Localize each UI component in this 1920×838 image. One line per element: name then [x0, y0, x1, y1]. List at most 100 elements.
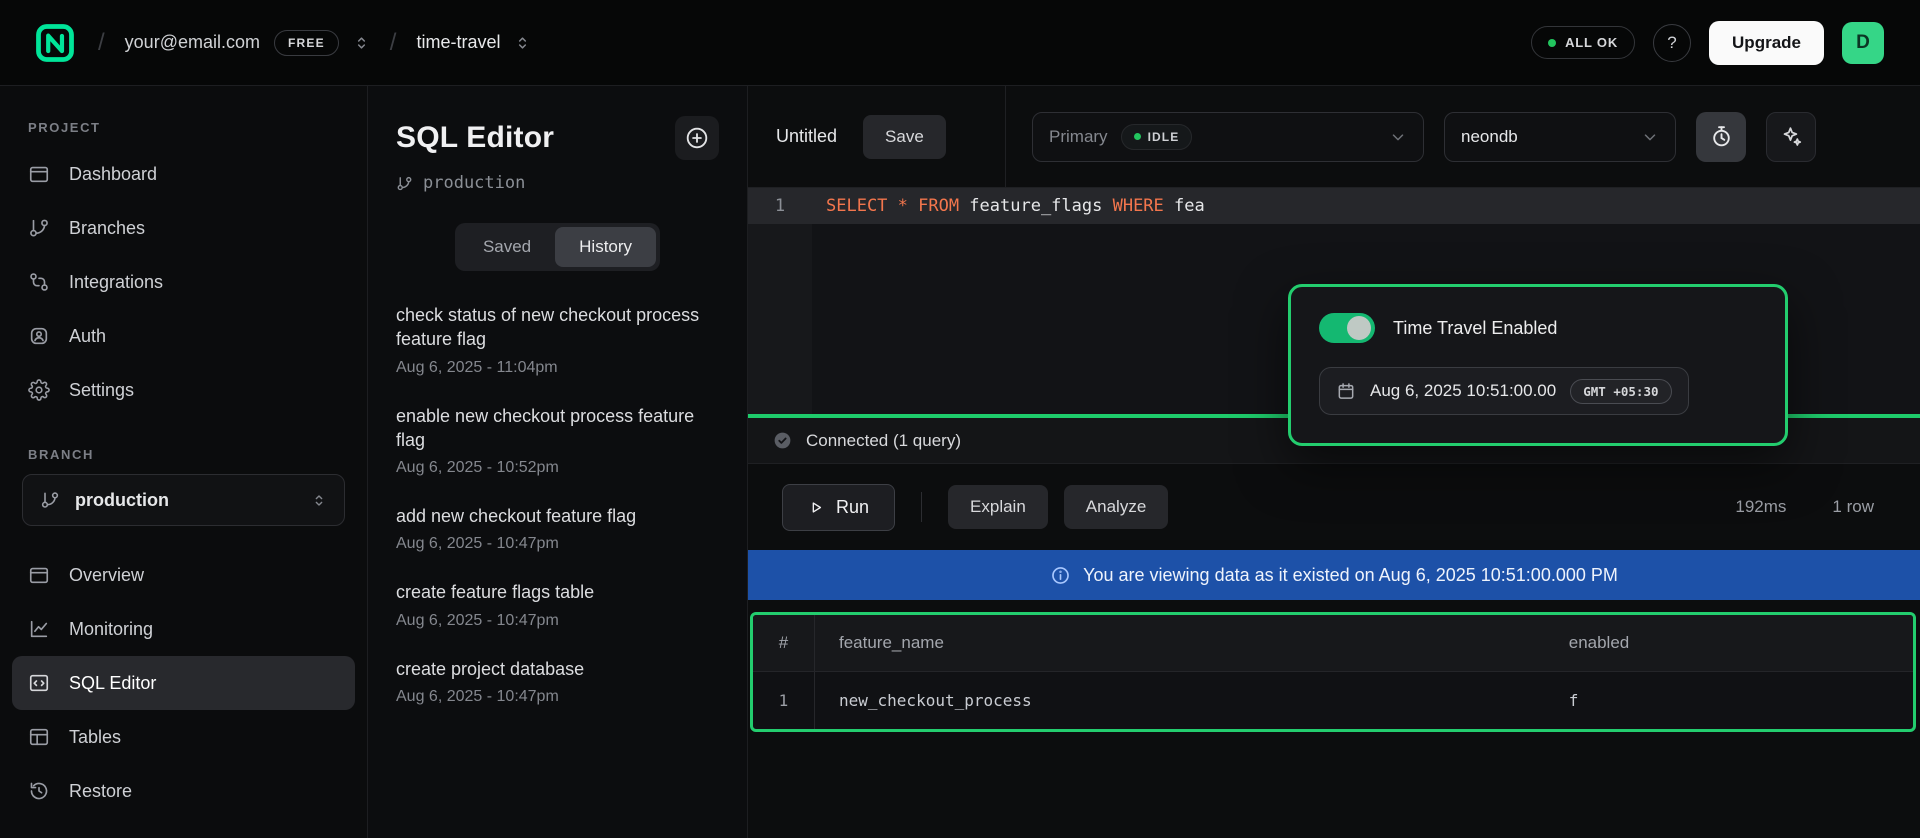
- sql-token-identifier: fea: [1174, 196, 1205, 216]
- toggle-knob: [1347, 316, 1371, 340]
- query-row-count: 1 row: [1832, 497, 1874, 517]
- run-button[interactable]: Run: [782, 484, 895, 531]
- time-travel-banner: You are viewing data as it existed on Au…: [748, 550, 1920, 600]
- ai-assist-button[interactable]: [1766, 112, 1816, 162]
- history-item[interactable]: create feature flags table Aug 6, 2025 -…: [396, 580, 719, 629]
- branch-icon: [396, 175, 413, 192]
- history-item[interactable]: check status of new checkout process fea…: [396, 303, 719, 377]
- plan-badge: FREE: [274, 30, 339, 56]
- sidebar: PROJECT Dashboard Branches Integrations: [0, 86, 368, 838]
- auth-icon: [28, 325, 50, 347]
- time-travel-datetime-picker[interactable]: Aug 6, 2025 10:51:00.00 GMT +05:30: [1319, 367, 1689, 415]
- sql-token-identifier: feature_flags: [969, 196, 1112, 216]
- breadcrumb-project[interactable]: time-travel: [416, 32, 500, 53]
- col-header-index: #: [753, 615, 815, 671]
- user-avatar[interactable]: D: [1842, 22, 1884, 64]
- neon-logo[interactable]: [32, 20, 78, 66]
- history-item-time: Aug 6, 2025 - 10:52pm: [396, 459, 719, 477]
- time-travel-toggle[interactable]: [1319, 313, 1375, 343]
- sidebar-item-auth[interactable]: Auth: [12, 309, 355, 363]
- history-item[interactable]: create project database Aug 6, 2025 - 10…: [396, 657, 719, 706]
- status-label: ALL OK: [1565, 35, 1618, 50]
- line-number: 1: [748, 196, 812, 216]
- neon-logo-icon: [33, 21, 77, 65]
- status-dot: [1548, 39, 1556, 47]
- sql-editor-panel: SQL Editor production Saved History chec…: [368, 86, 748, 838]
- banner-text: You are viewing data as it existed on Au…: [1083, 565, 1618, 586]
- chevron-down-icon: [1389, 128, 1407, 146]
- sidebar-item-settings[interactable]: Settings: [12, 363, 355, 417]
- tab-saved[interactable]: Saved: [459, 227, 555, 267]
- sidebar-item-restore[interactable]: Restore: [12, 764, 355, 818]
- branch-selector[interactable]: production: [22, 474, 345, 526]
- history-item-title: create project database: [396, 657, 719, 681]
- saved-history-tabs: Saved History: [455, 223, 660, 271]
- sql-editor-icon: [28, 672, 50, 694]
- sidebar-item-branches[interactable]: Branches: [12, 201, 355, 255]
- database-select[interactable]: neondb: [1444, 112, 1676, 162]
- history-item[interactable]: add new checkout feature flag Aug 6, 202…: [396, 504, 719, 553]
- idle-label: IDLE: [1148, 130, 1180, 144]
- sql-code: SELECT * FROM feature_flags WHERE fea: [812, 196, 1205, 216]
- stopwatch-icon: [1709, 124, 1734, 149]
- sidebar-item-integrations[interactable]: Integrations: [12, 255, 355, 309]
- col-header-feature-name[interactable]: feature_name: [815, 615, 1569, 671]
- sidebar-item-label: Overview: [69, 565, 144, 586]
- content-row: PROJECT Dashboard Branches Integrations: [0, 86, 1920, 838]
- table-row[interactable]: 1 new_checkout_process f: [753, 671, 1913, 729]
- code-line-1[interactable]: 1 SELECT * FROM feature_flags WHERE fea: [748, 188, 1920, 224]
- run-label: Run: [836, 497, 869, 518]
- plus-circle-icon: [684, 125, 710, 151]
- sidebar-section-branch: BRANCH: [0, 447, 367, 462]
- history-item[interactable]: enable new checkout process feature flag…: [396, 404, 719, 478]
- sidebar-item-label: Settings: [69, 380, 134, 401]
- dashboard-icon: [28, 163, 50, 185]
- idle-dot: [1134, 133, 1141, 140]
- tab-history[interactable]: History: [555, 227, 656, 267]
- sidebar-section-project: PROJECT: [0, 120, 367, 135]
- project-switcher-icon[interactable]: [514, 32, 531, 54]
- sql-code-editor[interactable]: 1 SELECT * FROM feature_flags WHERE fea …: [748, 188, 1920, 414]
- sidebar-item-overview[interactable]: Overview: [12, 548, 355, 602]
- upgrade-button[interactable]: Upgrade: [1709, 21, 1824, 65]
- history-list: check status of new checkout process fea…: [396, 303, 719, 733]
- history-item-time: Aug 6, 2025 - 11:04pm: [396, 359, 719, 377]
- history-item-title: create feature flags table: [396, 580, 719, 604]
- compute-select[interactable]: Primary IDLE: [1032, 112, 1424, 162]
- help-button[interactable]: ?: [1653, 24, 1691, 62]
- compute-name: Primary: [1049, 127, 1108, 147]
- breadcrumb-account[interactable]: your@email.com: [125, 32, 260, 53]
- account-switcher-icon[interactable]: [353, 32, 370, 54]
- col-header-enabled[interactable]: enabled: [1569, 615, 1913, 671]
- calendar-icon: [1336, 381, 1356, 401]
- connected-check-icon: [772, 430, 793, 451]
- cell-enabled: f: [1569, 672, 1913, 729]
- cell-feature-name: new_checkout_process: [815, 672, 1569, 729]
- query-tab-title[interactable]: Untitled: [776, 126, 837, 147]
- monitoring-chart-icon: [28, 618, 50, 640]
- sidebar-item-tables[interactable]: Tables: [12, 710, 355, 764]
- time-travel-button[interactable]: [1696, 112, 1746, 162]
- time-travel-popup: Time Travel Enabled Aug 6, 2025 10:51:00…: [1288, 284, 1788, 446]
- app-root: / your@email.com FREE / time-travel ALL …: [0, 0, 1920, 838]
- restore-history-icon: [28, 780, 50, 802]
- results-area: # feature_name enabled 1 new_checkout_pr…: [748, 600, 1920, 838]
- analyze-button[interactable]: Analyze: [1064, 485, 1168, 529]
- sidebar-item-sql-editor[interactable]: SQL Editor: [12, 656, 355, 710]
- sidebar-item-label: Restore: [69, 781, 132, 802]
- actions-divider: [921, 492, 922, 522]
- save-button[interactable]: Save: [863, 115, 946, 159]
- new-query-button[interactable]: [675, 116, 719, 160]
- sidebar-item-label: Branches: [69, 218, 145, 239]
- chevron-down-icon: [1641, 128, 1659, 146]
- sidebar-item-monitoring[interactable]: Monitoring: [12, 602, 355, 656]
- sidebar-item-dashboard[interactable]: Dashboard: [12, 147, 355, 201]
- query-metrics: 192ms 1 row: [1735, 497, 1874, 517]
- breadcrumb-separator: /: [390, 29, 397, 57]
- branch-icon: [40, 490, 60, 510]
- explain-button[interactable]: Explain: [948, 485, 1048, 529]
- sparkles-icon: [1779, 124, 1804, 149]
- workspace: Untitled Save Primary IDLE: [748, 86, 1920, 838]
- system-status-badge[interactable]: ALL OK: [1531, 26, 1635, 59]
- sql-token-keyword: WHERE: [1113, 196, 1174, 216]
